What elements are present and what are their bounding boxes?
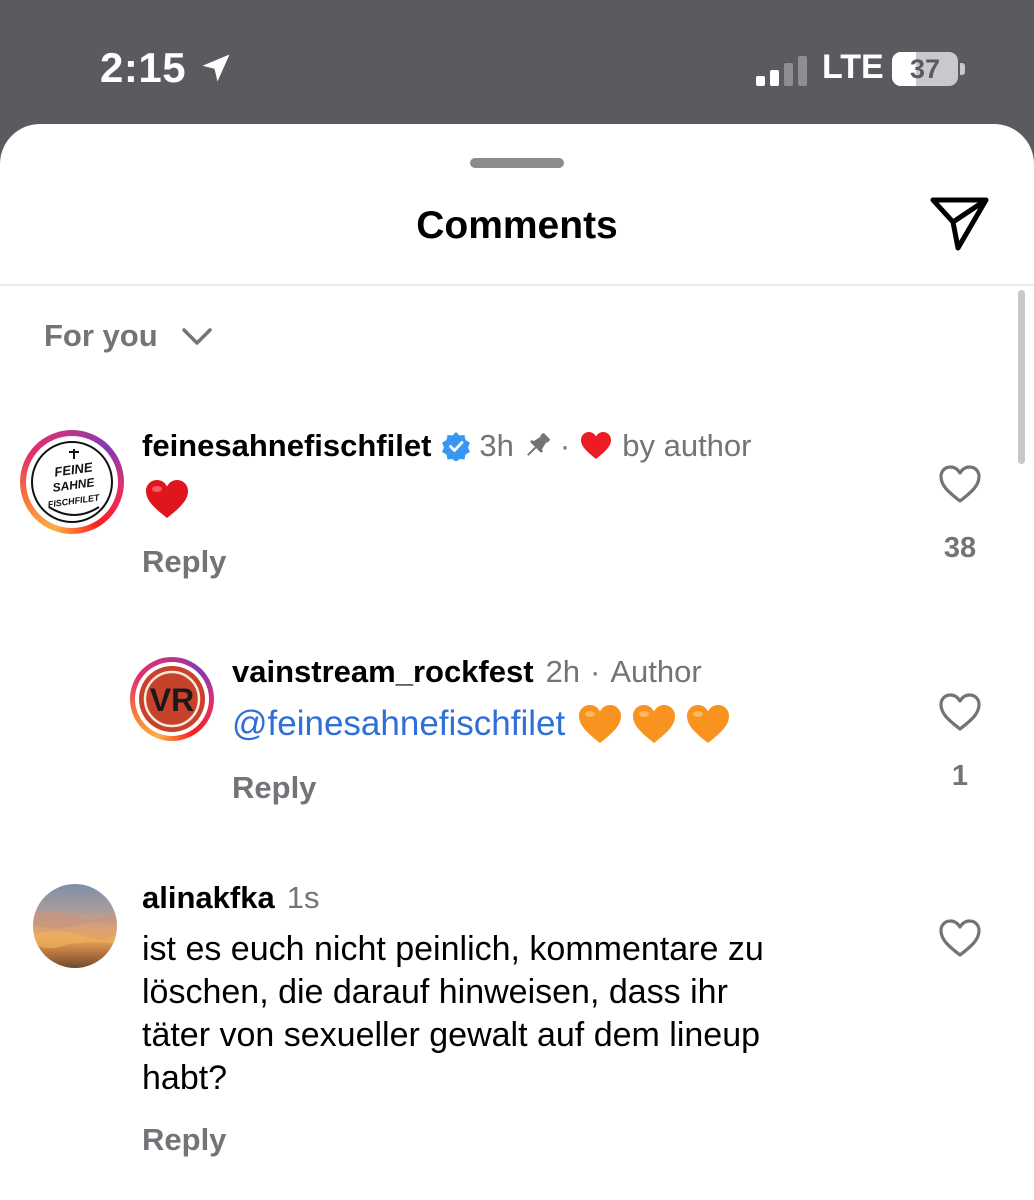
header-divider — [0, 284, 1034, 286]
liked-by-author-label: by author — [622, 428, 752, 463]
battery-indicator: 37 — [892, 52, 958, 86]
comment-meta: feinesahnefischfilet 3h · by author — [142, 428, 752, 464]
comment-text-line: habt? — [142, 1059, 228, 1097]
red-heart-emoji-icon — [146, 480, 188, 518]
comment-text: ist es euch nicht peinlich, kommentare z… — [142, 928, 902, 1100]
verified-badge-icon — [442, 432, 471, 461]
vr-logo-icon: VR — [143, 670, 201, 728]
chevron-down-icon — [181, 328, 212, 345]
comment-time: 3h — [479, 428, 514, 463]
comment-text-line: täter von sexueller gewalt auf dem lineu… — [142, 1016, 761, 1054]
like-count: 1 — [951, 760, 969, 792]
location-arrow-icon — [202, 54, 230, 82]
reply-username[interactable]: vainstream_rockfest — [232, 654, 534, 690]
reply-text: @feinesahnefischfilet — [232, 702, 739, 745]
heart-outline-icon[interactable] — [938, 692, 982, 732]
meta-separator: · — [590, 654, 601, 689]
heart-filled-icon — [581, 432, 612, 459]
avatar[interactable]: FEINE SAHNE FISCHFILET — [31, 441, 113, 523]
reply-button[interactable]: Reply — [142, 1122, 226, 1158]
avatar[interactable]: VR — [139, 666, 205, 732]
heart-outline-icon[interactable] — [938, 918, 982, 958]
sheet-title: Comments — [416, 204, 618, 247]
comment-username[interactable]: alinakfka — [142, 880, 275, 916]
reply-meta: vainstream_rockfest 2h · Author — [232, 654, 702, 690]
reply-button[interactable]: Reply — [232, 770, 316, 806]
sort-label: For you — [44, 318, 158, 353]
sort-dropdown[interactable]: For you — [44, 318, 214, 354]
author-badge: Author — [610, 654, 702, 689]
battery-level: 37 — [909, 54, 941, 84]
comment-time: 1s — [286, 880, 320, 915]
heart-outline-icon[interactable] — [938, 464, 982, 504]
avatar-logo-line-3: FISCHFILET — [47, 492, 101, 509]
status-bar: 2:15 LTE 37 — [0, 0, 1034, 130]
sunset-photo-icon — [33, 911, 117, 949]
comment-text-line: ist es euch nicht peinlich, kommentare z… — [142, 930, 764, 968]
orange-heart-emoji-icon — [633, 704, 676, 743]
reply-time: 2h — [545, 654, 581, 689]
avatar-logo-text: VR — [150, 682, 194, 718]
comment-username[interactable]: feinesahnefischfilet — [142, 428, 431, 464]
comment-meta: alinakfka 1s — [142, 880, 319, 916]
pin-icon — [527, 433, 550, 456]
cellular-signal-icon — [756, 56, 807, 86]
network-type: LTE — [822, 48, 884, 86]
comment-text-line: löschen, die darauf hinweisen, dass ihr — [142, 973, 728, 1011]
avatar[interactable] — [33, 884, 117, 968]
sheet-grabber[interactable] — [470, 158, 564, 168]
like-count: 38 — [943, 532, 977, 564]
clock: 2:15 — [100, 44, 187, 91]
comments-sheet: Comments For you FEINE SAHNE FISCHFILET … — [0, 124, 1034, 1200]
reply-button[interactable]: Reply — [142, 544, 226, 580]
mention-link[interactable]: @feinesahnefischfilet — [232, 702, 565, 745]
orange-heart-emoji-icon — [579, 704, 622, 743]
battery-nub — [960, 63, 965, 75]
paper-plane-icon[interactable] — [928, 192, 992, 254]
orange-heart-emoji-icon — [687, 704, 730, 743]
meta-separator: · — [559, 428, 571, 463]
scrollbar[interactable] — [1018, 290, 1025, 464]
